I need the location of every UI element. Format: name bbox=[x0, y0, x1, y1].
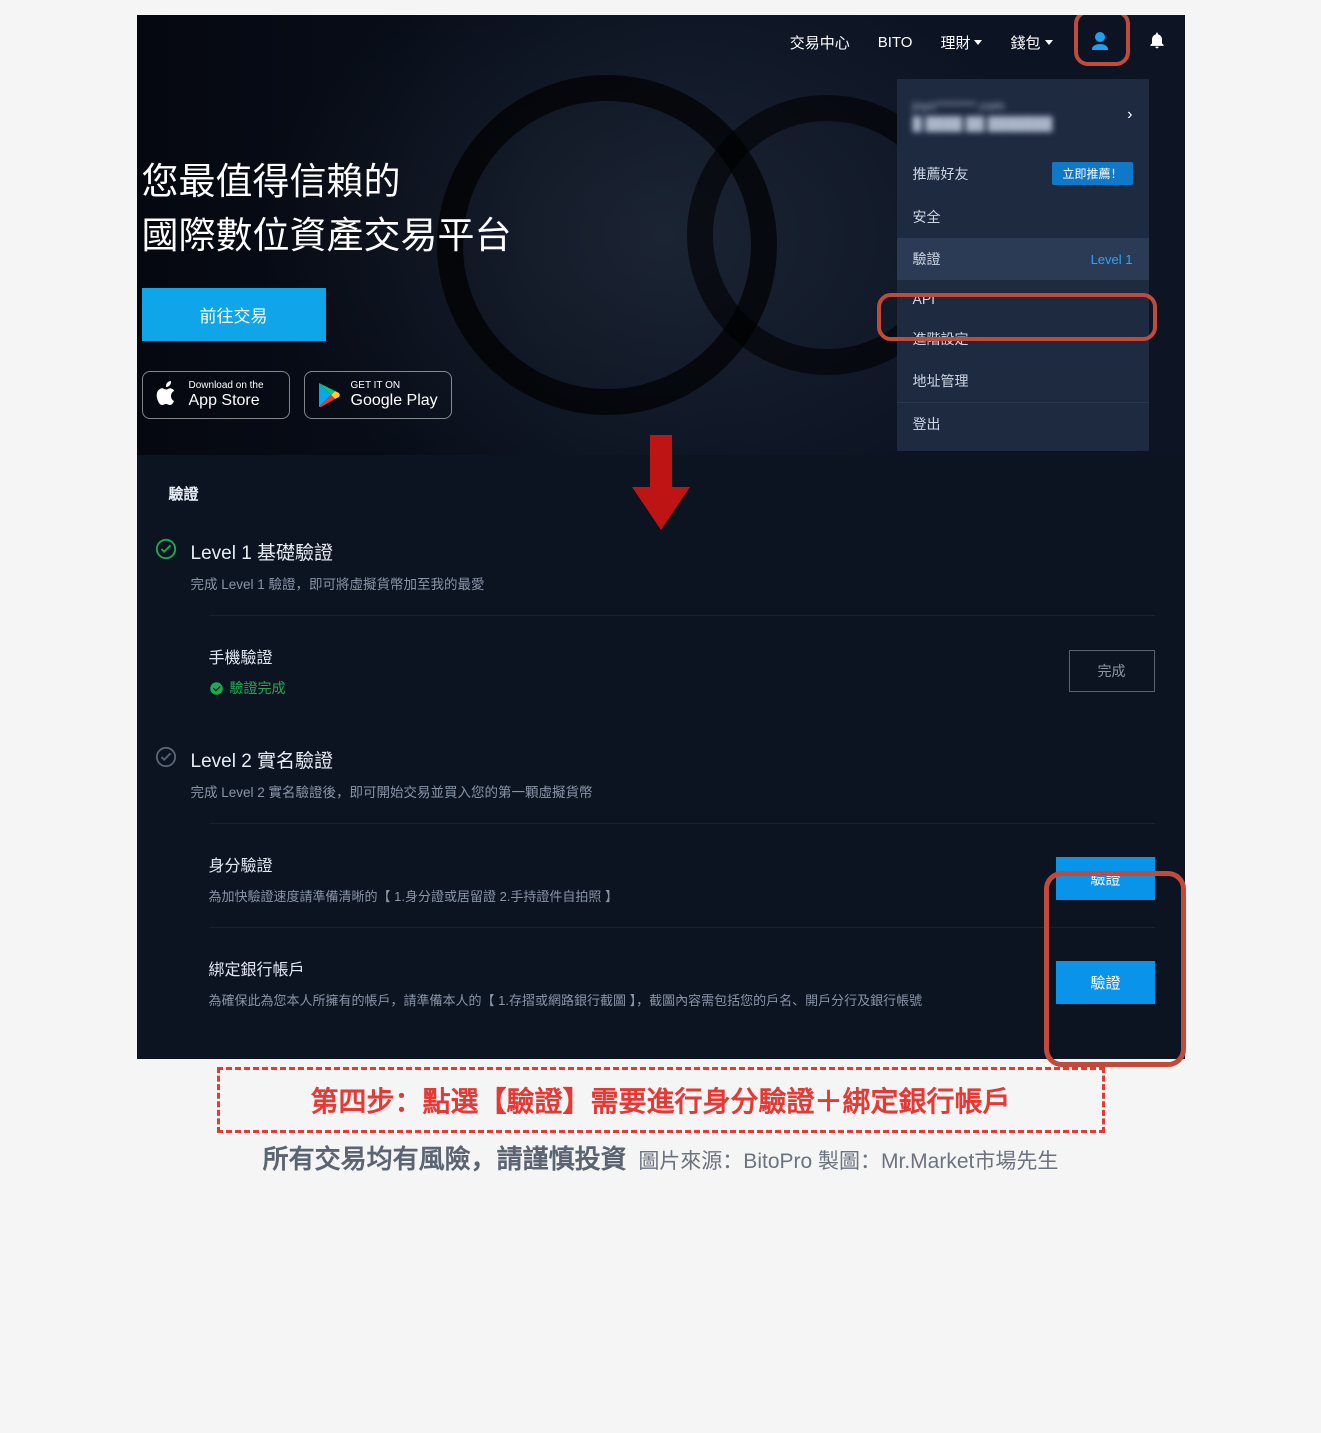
dropdown-verify[interactable]: 驗證 Level 1 bbox=[897, 238, 1149, 280]
phone-done-button: 完成 bbox=[1069, 650, 1155, 692]
phone-verify-status: 驗證完成 bbox=[209, 678, 286, 698]
highlight-verify-buttons bbox=[1044, 871, 1186, 1067]
check-icon bbox=[155, 746, 177, 768]
level2-title: Level 2 實名驗證 bbox=[191, 746, 593, 773]
dropdown-referral-label: 推薦好友 bbox=[913, 164, 969, 184]
level2-desc: 完成 Level 2 實名驗證後，即可開始交易並買入您的第一顆虛擬貨幣 bbox=[191, 781, 593, 801]
phone-verification-row: 手機驗證 驗證完成 完成 bbox=[209, 615, 1155, 698]
googleplay-button[interactable]: GET IT ONGoogle Play bbox=[304, 371, 452, 419]
dropdown-logout[interactable]: 登出 bbox=[897, 403, 1149, 445]
bank-binding-row: 綁定銀行帳戶 為確保此為您本人所擁有的帳戶，請準備本人的【 1.存摺或網路銀行截… bbox=[209, 927, 1155, 1009]
verification-panel: 驗證 Level 1 基礎驗證 完成 Level 1 驗證，即可將虛擬貨幣加至我… bbox=[137, 455, 1185, 1059]
identity-verification-row: 身分驗證 為加快驗證速度請準備清晰的【 1.身分證或居留證 2.手持證件自拍照 … bbox=[209, 823, 1155, 905]
big-red-arrow bbox=[632, 435, 690, 535]
hero-title-line2: 國際數位資產交易平台 bbox=[142, 209, 512, 263]
level1-desc: 完成 Level 1 驗證，即可將虛擬貨幣加至我的最愛 bbox=[191, 573, 485, 593]
step-note: 第四步：點選【驗證】需要進行身分驗證＋綁定銀行帳戶 bbox=[217, 1067, 1105, 1133]
chevron-down-icon bbox=[974, 40, 982, 45]
check-icon bbox=[155, 538, 177, 560]
bank-sub: 為確保此為您本人所擁有的帳戶，請準備本人的【 1.存摺或網路銀行截圖 】，截圖內… bbox=[209, 990, 923, 1009]
phone-verify-title: 手機驗證 bbox=[209, 644, 286, 668]
dropdown-referral[interactable]: 推薦好友 立即推薦！ bbox=[897, 151, 1149, 196]
user-icon[interactable] bbox=[1081, 23, 1119, 61]
nav-wallet[interactable]: 錢包 bbox=[1010, 32, 1052, 53]
nav-wealth[interactable]: 理財 bbox=[940, 32, 982, 53]
hero-title-line1: 您最值得信賴的 bbox=[142, 155, 512, 209]
gplay-big: Google Play bbox=[351, 391, 438, 410]
level1-title: Level 1 基礎驗證 bbox=[191, 538, 485, 565]
chevron-down-icon bbox=[1045, 40, 1053, 45]
hero-section: 交易中心 BITO 理財 錢包 您最值得信賴的 國際數位資產交易平台 前往交易 … bbox=[137, 15, 1185, 455]
bell-icon[interactable] bbox=[1147, 30, 1167, 55]
user-dropdown: joys********.com█ ████ ██ ███████ › 推薦好友… bbox=[897, 79, 1149, 451]
appstore-big: App Store bbox=[189, 391, 264, 410]
nav-bito[interactable]: BITO bbox=[878, 34, 913, 51]
identity-sub: 為加快驗證速度請準備清晰的【 1.身分證或居留證 2.手持證件自拍照 】 bbox=[209, 886, 619, 905]
nav-wealth-label: 理財 bbox=[940, 32, 970, 53]
appstore-button[interactable]: Download on theApp Store bbox=[142, 371, 290, 419]
dropdown-verify-label: 驗證 bbox=[913, 249, 941, 269]
top-nav: 交易中心 BITO 理財 錢包 bbox=[772, 15, 1185, 69]
highlight-verify-item bbox=[877, 293, 1157, 341]
referral-badge[interactable]: 立即推薦！ bbox=[1052, 162, 1132, 185]
check-circle-icon bbox=[209, 681, 224, 696]
googleplay-icon bbox=[317, 382, 341, 408]
level2-header: Level 2 實名驗證 完成 Level 2 實名驗證後，即可開始交易並買入您… bbox=[155, 746, 1155, 801]
dropdown-header[interactable]: joys********.com█ ████ ██ ███████ › bbox=[897, 79, 1149, 151]
level1-header: Level 1 基礎驗證 完成 Level 1 驗證，即可將虛擬貨幣加至我的最愛 bbox=[155, 538, 1155, 593]
cta-go-trade[interactable]: 前往交易 bbox=[142, 288, 326, 341]
chevron-right-icon: › bbox=[1127, 106, 1132, 124]
nav-trade[interactable]: 交易中心 bbox=[790, 32, 850, 53]
hero-copy: 您最值得信賴的 國際數位資產交易平台 前往交易 Download on theA… bbox=[142, 155, 512, 419]
appstore-small: Download on the bbox=[189, 381, 264, 391]
gplay-small: GET IT ON bbox=[351, 381, 438, 391]
risk-note: 所有交易均有風險，請謹慎投資 圖片來源：BitoPro 製圖：Mr.Market… bbox=[137, 1139, 1185, 1176]
dropdown-verify-level: Level 1 bbox=[1091, 252, 1133, 267]
dropdown-user-info: joys********.com█ ████ ██ ███████ bbox=[913, 97, 1053, 133]
dropdown-address[interactable]: 地址管理 bbox=[897, 360, 1149, 402]
identity-title: 身分驗證 bbox=[209, 852, 619, 876]
dropdown-security[interactable]: 安全 bbox=[897, 196, 1149, 238]
nav-wallet-label: 錢包 bbox=[1010, 32, 1040, 53]
apple-icon bbox=[155, 381, 179, 409]
bank-title: 綁定銀行帳戶 bbox=[209, 956, 923, 980]
